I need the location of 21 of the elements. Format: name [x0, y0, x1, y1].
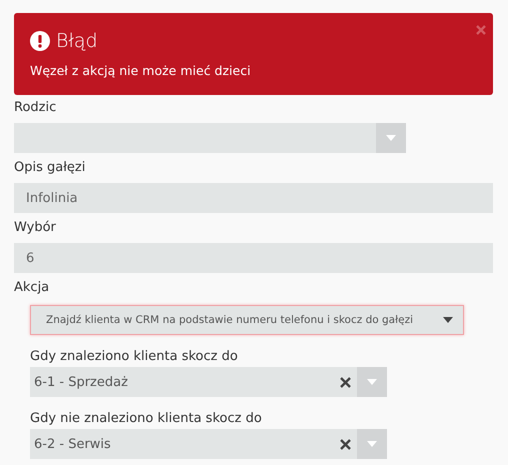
field-label: Opis gałęzi [14, 159, 86, 177]
caret-icon [386, 135, 396, 141]
alert-message: Węzeł z akcją nie może mieć dzieci [30, 63, 252, 78]
field-label: Rodzic [14, 99, 58, 117]
close-button[interactable] [476, 25, 486, 35]
field-label: Gdy znaleziono klienta skocz do [30, 348, 239, 366]
caret-icon [367, 379, 377, 385]
field-label: Wybór [14, 219, 57, 237]
select-field[interactable]: Znajdź klienta w CRM na podstawie numeru telefonu i skocz do gałęzi [30, 305, 464, 335]
caret-icon [367, 441, 377, 447]
combo-field[interactable]: 6-2 - Serwis [30, 429, 387, 459]
combo-field[interactable]: 6-1 - Sprzedaż [30, 367, 387, 397]
combo-field[interactable] [14, 123, 406, 153]
caret-icon [443, 317, 453, 323]
field-label: Gdy nie znaleziono klienta skocz do [30, 410, 263, 428]
dropdown-button[interactable] [376, 123, 406, 153]
alert-title: Błąd [56, 29, 98, 54]
exclamation-icon [30, 31, 50, 51]
text-field[interactable]: Infolinia [14, 183, 493, 213]
field-label: Akcja [14, 279, 50, 297]
text-field[interactable]: 6 [14, 243, 493, 273]
